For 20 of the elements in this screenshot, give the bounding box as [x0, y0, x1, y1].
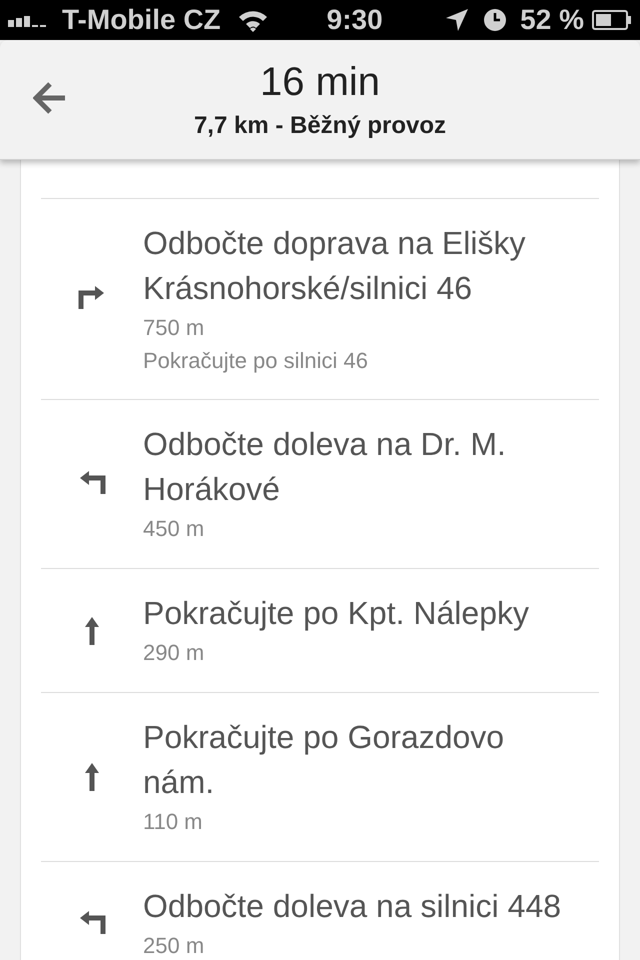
step-distance: 250 m: [143, 932, 206, 960]
step-distance: 750 m: [143, 314, 206, 342]
location-arrow-icon: [446, 9, 468, 31]
battery-percent: 52 %: [520, 6, 584, 34]
step-distance: 290 m: [143, 639, 206, 667]
step-instruction: Odbočte doprava na Elišky Krásnohorské/silnici 46: [143, 224, 526, 308]
step-instruction: Pokračujte po Gorazdovo nám.: [143, 718, 506, 802]
trip-summary: 7,7 km - Běžný provoz: [194, 111, 446, 141]
step-distance: 110 m: [143, 808, 204, 836]
carrier-name: T-Mobile CZ: [62, 6, 221, 34]
step-distance: 450 m: [143, 515, 206, 543]
alarm-clock-icon: [484, 9, 506, 31]
battery-icon: [592, 10, 632, 30]
clock-time: 9:30: [326, 6, 383, 34]
step-instruction: Odbočte doleva na Dr. M. Horákové: [143, 425, 507, 509]
step-note: Pokračujte po silnici 46: [143, 347, 370, 375]
back-arrow-icon: [33, 81, 67, 115]
trip-duration: 16 min: [260, 59, 380, 106]
step-instruction: Pokračujte po Kpt. Nálepky: [143, 594, 530, 633]
step-instruction: Odbočte doleva na silnici 448: [143, 887, 562, 926]
